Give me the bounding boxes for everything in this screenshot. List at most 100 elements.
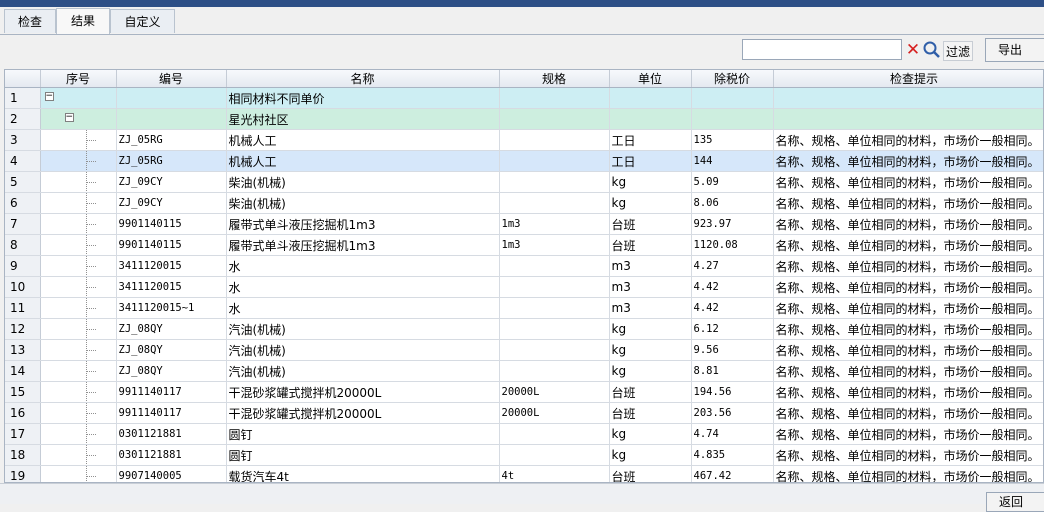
hint-cell: 名称、规格、单位相同的材料，市场价一般相同。 (773, 318, 1043, 340)
price-cell (691, 108, 774, 130)
tree-line (85, 445, 97, 465)
row-number: 3 (5, 129, 41, 151)
unit-cell (609, 108, 692, 130)
search-icon[interactable] (922, 40, 942, 60)
code-cell: 0301121881 (116, 423, 227, 445)
name-cell: 干混砂浆罐式搅拌机20000L (226, 402, 500, 424)
table-row[interactable]: 11 3411120015~1 水 m3 4.42 名称、规格、单位相同的材料，市场价一般… (5, 297, 1043, 319)
table-row[interactable]: 7 9901140115 履带式单斗液压挖掘机1m3 1m3 台班 923.97 名称、规格… (5, 213, 1043, 235)
header-row: 序号 编号 名称 规格 单位 除税价 检查提示 (5, 70, 1043, 88)
tree-cell (40, 276, 117, 298)
table-row[interactable]: 9 3411120015 水 m3 4.27 名称、规格、单位相同的材料，市场价一般相同。 (5, 255, 1043, 277)
unit-cell: kg (609, 339, 692, 361)
table-row[interactable]: 12 ZJ_08QY 汽油(机械) kg 6.12 名称、规格、单位相同的材料，市场价一般… (5, 318, 1043, 340)
hint-cell: 名称、规格、单位相同的材料，市场价一般相同。 (773, 297, 1043, 319)
filter-input[interactable] (742, 39, 902, 60)
hint-cell: 名称、规格、单位相同的材料，市场价一般相同。 (773, 423, 1043, 445)
table-row[interactable]: 8 9901140115 履带式单斗液压挖掘机1m3 1m3 台班 1120.08 名称、规… (5, 234, 1043, 256)
tab-custom[interactable]: 自定义 (110, 9, 175, 33)
table-row[interactable]: 17 0301121881 圆钉 kg 4.74 名称、规格、单位相同的材料，市场价一般相… (5, 423, 1043, 445)
group-row-level2[interactable]: 2 − 星光村社区 (5, 108, 1043, 130)
tree-line (85, 466, 97, 482)
name-cell: 圆钉 (226, 444, 500, 466)
tree-line (85, 298, 97, 318)
row-number: 10 (5, 276, 41, 298)
header-corner (5, 70, 41, 88)
table-row[interactable]: 5 ZJ_09CY 柴油(机械) kg 5.09 名称、规格、单位相同的材料，市场价一般相… (5, 171, 1043, 193)
group-row-level1[interactable]: 1 − 相同材料不同单价 (5, 87, 1043, 109)
tree-cell (40, 318, 117, 340)
price-cell: 4.74 (691, 423, 774, 445)
spec-cell (499, 297, 610, 319)
spec-cell (499, 150, 610, 172)
header-hint[interactable]: 检查提示 (773, 70, 1043, 88)
code-cell: 9901140115 (116, 234, 227, 256)
table-row[interactable]: 3 ZJ_05RG 机械人工 工日 135 名称、规格、单位相同的材料，市场价一般相同。 (5, 129, 1043, 151)
table-row[interactable]: 13 ZJ_08QY 汽油(机械) kg 9.56 名称、规格、单位相同的材料，市场价一般… (5, 339, 1043, 361)
collapse-icon[interactable]: − (44, 92, 54, 101)
hint-cell: 名称、规格、单位相同的材料，市场价一般相同。 (773, 402, 1043, 424)
tab-results[interactable]: 结果 (56, 8, 110, 34)
price-cell: 4.42 (691, 276, 774, 298)
table-row[interactable]: 4 ZJ_05RG 机械人工 工日 144 名称、规格、单位相同的材料，市场价一般相同。 (5, 150, 1043, 172)
tree-cell (40, 402, 117, 424)
tree-line (85, 130, 97, 150)
row-number: 6 (5, 192, 41, 214)
price-cell: 8.06 (691, 192, 774, 214)
header-code[interactable]: 编号 (116, 70, 227, 88)
price-cell: 6.12 (691, 318, 774, 340)
table-row[interactable]: 6 ZJ_09CY 柴油(机械) kg 8.06 名称、规格、单位相同的材料，市场价一般相… (5, 192, 1043, 214)
row-number: 1 (5, 87, 41, 109)
unit-cell: 台班 (609, 465, 692, 482)
tree-line (85, 382, 97, 402)
tab-check[interactable]: 检查 (4, 9, 56, 33)
tree-line (85, 193, 97, 213)
table-row[interactable]: 10 3411120015 水 m3 4.42 名称、规格、单位相同的材料，市场价一般相同… (5, 276, 1043, 298)
back-button[interactable]: 返回 (986, 492, 1044, 512)
price-cell: 4.42 (691, 297, 774, 319)
table-row[interactable]: 16 9911140117 干混砂浆罐式搅拌机20000L 20000L 台班 203.5… (5, 402, 1043, 424)
hint-cell: 名称、规格、单位相同的材料，市场价一般相同。 (773, 255, 1043, 277)
unit-cell: kg (609, 423, 692, 445)
spec-cell (499, 318, 610, 340)
header-name[interactable]: 名称 (226, 70, 500, 88)
table-row[interactable]: 18 0301121881 圆钉 kg 4.835 名称、规格、单位相同的材料，市场价一般… (5, 444, 1043, 466)
tab-bar: 检查 结果 自定义 (0, 8, 1044, 35)
hint-cell: 名称、规格、单位相同的材料，市场价一般相同。 (773, 339, 1043, 361)
price-cell: 203.56 (691, 402, 774, 424)
tree-line (85, 235, 97, 255)
table-row[interactable]: 15 9911140117 干混砂浆罐式搅拌机20000L 20000L 台班 194.5… (5, 381, 1043, 403)
name-cell: 星光村社区 (226, 108, 500, 130)
code-cell: 3411120015 (116, 255, 227, 277)
tree-cell (40, 465, 117, 482)
header-price[interactable]: 除税价 (691, 70, 774, 88)
hint-cell (773, 108, 1043, 130)
collapse-icon[interactable]: − (64, 113, 74, 122)
header-seq[interactable]: 序号 (40, 70, 117, 88)
table-row[interactable]: 14 ZJ_08QY 汽油(机械) kg 8.81 名称、规格、单位相同的材料，市场价一般… (5, 360, 1043, 382)
price-cell: 467.42 (691, 465, 774, 482)
tree-cell (40, 192, 117, 214)
tree-cell (40, 444, 117, 466)
tree-cell (40, 381, 117, 403)
header-unit[interactable]: 单位 (609, 70, 692, 88)
row-number: 8 (5, 234, 41, 256)
name-cell: 履带式单斗液压挖掘机1m3 (226, 213, 500, 235)
tree-cell (40, 255, 117, 277)
status-bar: 返回 (0, 483, 1044, 512)
unit-cell: kg (609, 318, 692, 340)
header-spec[interactable]: 规格 (499, 70, 610, 88)
filter-button[interactable]: 过滤 (943, 41, 973, 61)
code-cell (116, 108, 227, 130)
code-cell: 9907140005 (116, 465, 227, 482)
spec-cell (499, 171, 610, 193)
row-number: 9 (5, 255, 41, 277)
results-grid: 序号 编号 名称 规格 单位 除税价 检查提示 1 − 相同材料不同单价 2 −… (4, 69, 1044, 483)
hint-cell: 名称、规格、单位相同的材料，市场价一般相同。 (773, 171, 1043, 193)
clear-icon[interactable]: ✕ (904, 41, 922, 59)
code-cell: 9901140115 (116, 213, 227, 235)
table-row[interactable]: 19 9907140005 载货汽车4t 4t 台班 467.42 名称、规格、单位相同的材… (5, 465, 1043, 482)
name-cell: 汽油(机械) (226, 318, 500, 340)
export-button[interactable]: 导出 (985, 38, 1044, 62)
hint-cell (773, 87, 1043, 109)
